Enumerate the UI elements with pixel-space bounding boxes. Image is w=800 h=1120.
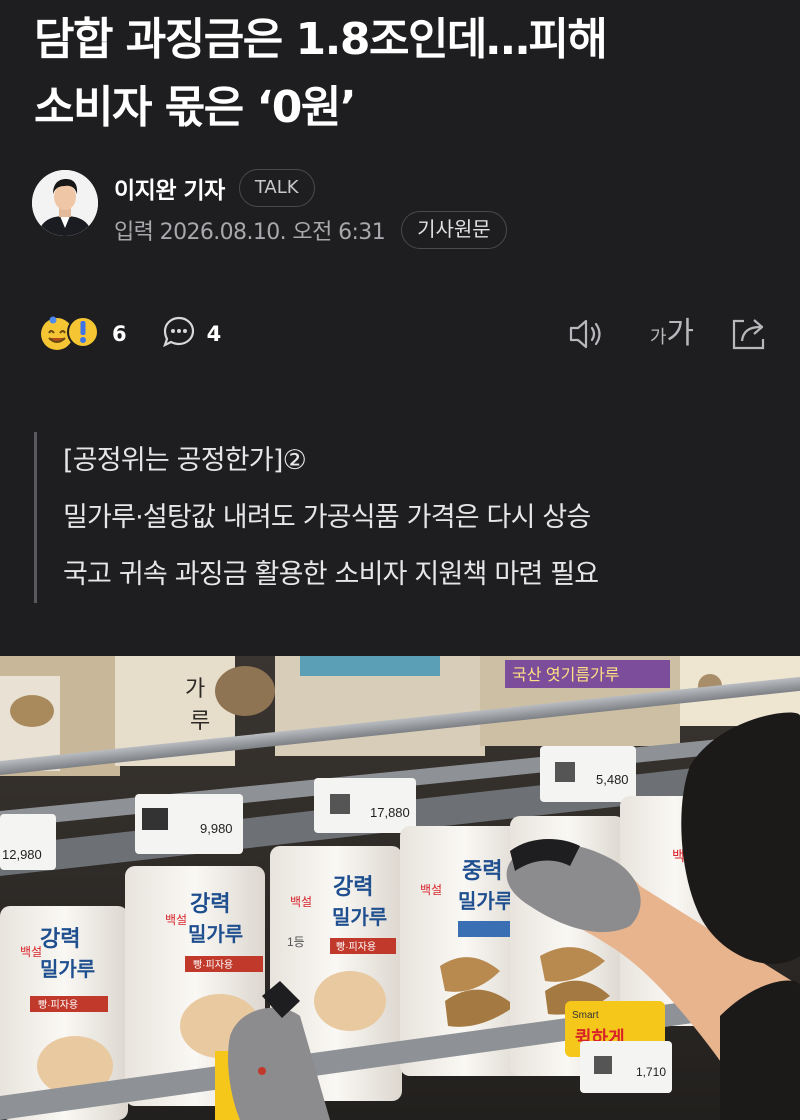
svg-text:빵·피자용: 빵·피자용: [336, 941, 376, 953]
headline-line-1: 담합 과징금은 1.8조인데…피해: [34, 14, 608, 65]
svg-text:백설: 백설: [20, 945, 42, 959]
author-name[interactable]: 이지완 기자: [114, 171, 225, 205]
talk-button[interactable]: TALK: [238, 169, 315, 207]
share-icon[interactable]: [730, 315, 770, 353]
avatar[interactable]: [32, 170, 98, 236]
font-small-glyph: 가: [649, 327, 667, 348]
article-summary: [공정위는 공정한가]② 밀가루·설탕값 내려도 가공식품 가격은 다시 상승 …: [34, 432, 599, 603]
price-tag-3: 17,880: [314, 778, 416, 833]
svg-text:9,980: 9,980: [200, 821, 233, 836]
svg-text:1등: 1등: [287, 935, 305, 949]
svg-text:밀가루: 밀가루: [40, 958, 95, 981]
reaction-count: 6: [112, 322, 127, 346]
top-product-label: 국산 엿기름가루: [512, 666, 620, 684]
svg-text:Smart: Smart: [572, 1010, 599, 1021]
reaction-button[interactable]: 6: [36, 312, 127, 356]
speaker-icon[interactable]: [566, 316, 606, 352]
top-bag-text-2: 루: [190, 708, 210, 733]
original-article-button[interactable]: 기사원문: [401, 211, 507, 249]
svg-text:빵·피자용: 빵·피자용: [193, 959, 233, 971]
price-tag-4: 5,480: [540, 746, 636, 802]
font-large-glyph: 가: [666, 316, 694, 351]
svg-text:강력: 강력: [333, 874, 373, 899]
author-row: 이지완 기자 TALK 입력 2026.08.10. 오전 6:31 기사원문: [32, 169, 507, 252]
summary-line-2: 밀가루·설탕값 내려도 가공식품 가격은 다시 상승: [63, 502, 591, 533]
comment-icon: [161, 314, 197, 354]
publish-date: 입력 2026.08.10. 오전 6:31: [114, 220, 386, 245]
svg-text:백설: 백설: [290, 895, 312, 909]
price-tag-2: 9,980: [135, 794, 243, 854]
svg-text:17,880: 17,880: [370, 805, 410, 820]
font-size-icon[interactable]: 가 가: [650, 319, 694, 349]
author-info: 이지완 기자 TALK 입력 2026.08.10. 오전 6:31 기사원문: [114, 169, 507, 252]
headline: 담합 과징금은 1.8조인데…피해 소비자 몫은 ‘0원’: [34, 6, 774, 142]
headline-line-2: 소비자 몫은 ‘0원’: [34, 82, 357, 133]
svg-text:백설: 백설: [165, 913, 187, 927]
price-tag-1: 12,980: [0, 814, 56, 870]
price-tag-5: 1,710: [580, 1041, 672, 1093]
article-photo[interactable]: 가 루 국산 엿기름가루 12,980 9,980 17,880 5,480 강…: [0, 656, 800, 1120]
svg-text:강력: 강력: [190, 891, 230, 916]
svg-text:밀가루: 밀가루: [332, 906, 387, 929]
svg-text:백설: 백설: [420, 883, 442, 897]
article-tools: 가 가: [566, 315, 770, 353]
svg-text:5,480: 5,480: [596, 772, 629, 787]
comment-button[interactable]: 4: [161, 314, 222, 354]
svg-text:강력: 강력: [40, 926, 80, 951]
svg-text:12,980: 12,980: [2, 847, 42, 862]
svg-text:1,710: 1,710: [636, 1065, 666, 1079]
svg-text:밀가루: 밀가루: [188, 923, 243, 946]
top-bag-text-1: 가: [185, 676, 205, 701]
emoji-reaction-icon: [36, 312, 102, 356]
summary-line-3: 국고 귀속 과징금 활용한 소비자 지원책 마련 필요: [63, 559, 599, 590]
summary-line-1: [공정위는 공정한가]②: [63, 445, 307, 476]
svg-text:중력: 중력: [462, 858, 502, 883]
comment-count: 4: [206, 322, 222, 346]
stats-bar: 6 4 가 가: [36, 310, 770, 358]
svg-text:밀가루: 밀가루: [458, 890, 513, 913]
svg-text:빵·피자용: 빵·피자용: [38, 999, 78, 1011]
